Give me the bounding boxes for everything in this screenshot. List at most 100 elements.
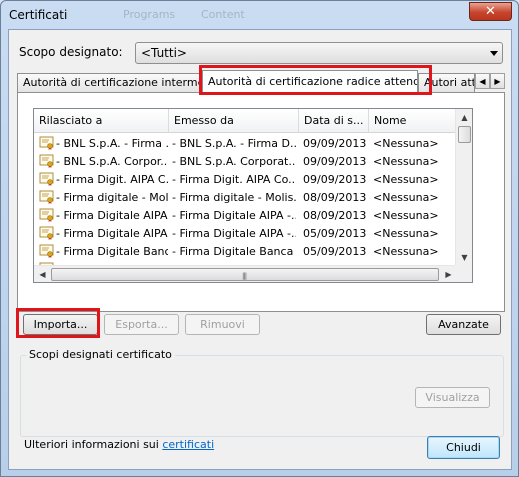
remove-button[interactable]: Rimuovi (185, 314, 260, 335)
column-header-issued-to[interactable]: Rilasciato a (34, 109, 169, 133)
table-row[interactable]: - Firma digitale - Moli... - Firma digita… (34, 189, 472, 207)
view-button[interactable]: Visualizza (415, 387, 490, 408)
certificate-icon (39, 208, 55, 222)
cell-expiration: 08/09/2013 (303, 209, 367, 222)
cell-issued-to: - Firma Digit. AIPA C... (56, 173, 168, 186)
tab-panel: Rilasciato a Emesso da Data di s... Nome… (17, 92, 505, 312)
cell-issued-to: - BNL S.p.A. - Firma ... (56, 137, 168, 150)
cell-issued-to: - Firma Digitale AIPA... (56, 209, 168, 222)
cell-issued-by: - Firma Digitale AIPA -... (172, 209, 296, 222)
cell-expiration: 09/09/2013 (303, 155, 367, 168)
arrow-left-icon: ◀ (39, 270, 46, 279)
advanced-button-label: Avanzate (438, 318, 489, 331)
export-button-label: Esporta... (115, 318, 168, 331)
cell-expiration: 09/09/2013 (303, 173, 367, 186)
column-header-issued-by[interactable]: Emesso da (169, 109, 299, 133)
info-text: Ulteriori informazioni sui certificati (24, 438, 214, 451)
cell-issued-by: - Firma Digit. AIPA Co... (172, 173, 296, 186)
tab-trusted-root-authorities[interactable]: Autorità di certificazione radice attend… (202, 70, 418, 93)
scroll-left-button[interactable]: ◀ (34, 266, 51, 282)
vertical-scroll-thumb[interactable] (458, 126, 471, 143)
table-row[interactable]: - Firma Digitale AIPA... - Firma Digitale… (34, 207, 472, 225)
certificate-icon (39, 172, 55, 186)
arrow-left-icon: ◀ (479, 76, 486, 86)
title-bar[interactable]: Certificati Programs Content ✕ (1, 1, 518, 29)
cell-name: <Nessuna> (373, 173, 439, 186)
cell-name: <Nessuna> (373, 191, 439, 204)
cell-name: <Nessuna> (373, 227, 439, 240)
window-title: Certificati (9, 8, 68, 22)
certificate-icon (39, 154, 55, 168)
chevron-down-icon (490, 51, 498, 56)
arrow-down-icon: ▼ (461, 253, 468, 262)
column-header-expiration[interactable]: Data di s... (299, 109, 369, 133)
tab-intermediate-authorities[interactable]: Autorità di certificazione intermedie (17, 73, 202, 92)
certificate-icon (39, 226, 55, 240)
cell-name: <Nessuna> (373, 209, 439, 222)
close-button[interactable]: Chiudi (427, 436, 500, 459)
cell-issued-by: - Firma Digitale Banca ... (172, 245, 296, 258)
horizontal-scrollbar[interactable]: ◀ ||| ▶ (34, 265, 472, 282)
scroll-up-button[interactable]: ▲ (456, 109, 472, 126)
vertical-scrollbar[interactable]: ▲ ▼ (455, 109, 472, 266)
cell-issued-by: - BNL S.p.A. - Firma D... (172, 137, 296, 150)
certificate-icon (39, 190, 55, 204)
remove-button-label: Rimuovi (200, 318, 245, 331)
grip-icon: ||| (242, 272, 247, 280)
cell-expiration: 05/09/2013 (303, 245, 367, 258)
cell-expiration: 08/09/2013 (303, 191, 367, 204)
dialog-body: Scopo designato: <Tutti> Autorità di cer… (8, 29, 512, 470)
tab-scroll-right-button[interactable]: ▶ (490, 73, 505, 89)
import-button-label: Importa... (33, 318, 88, 331)
cell-expiration: 09/09/2013 (303, 137, 367, 150)
tab-label: Autorità di certificazione intermedie (23, 76, 202, 89)
arrow-right-icon: ▶ (494, 76, 501, 86)
table-row[interactable]: - Firma Digit. AIPA C... - Firma Digit. A… (34, 171, 472, 189)
close-icon: ✕ (485, 4, 496, 19)
cell-issued-by: - BNL S.p.A. Corporat... (172, 155, 296, 168)
cell-issued-to: - Firma Digitale AIPA... (56, 227, 168, 240)
background-tab-label: Programs (123, 8, 176, 21)
cell-name: <Nessuna> (373, 245, 439, 258)
tab-label: Autorità di certificazione radice attend… (208, 75, 418, 88)
cell-name: <Nessuna> (373, 137, 439, 150)
cell-name: <Nessuna> (373, 155, 439, 168)
export-button[interactable]: Esporta... (104, 314, 179, 335)
cell-issued-by: - Firma Digitale AIPA -... (172, 227, 296, 240)
close-window-button[interactable]: ✕ (469, 2, 512, 21)
tab-trusted-publishers[interactable]: Autori attendibili (418, 73, 475, 92)
group-title: Scopi designati certificato (26, 348, 175, 361)
close-button-label: Chiudi (446, 441, 481, 454)
view-button-label: Visualizza (425, 391, 480, 404)
table-row[interactable]: - Firma Digitale Banc... - Firma Digitale… (34, 243, 472, 261)
cell-issued-by: - Firma digitale - Molis... (172, 191, 296, 204)
cell-issued-to: - BNL S.p.A. Corpor... (56, 155, 168, 168)
list-header: Rilasciato a Emesso da Data di s... Nome (34, 109, 472, 133)
cell-issued-to: - Firma Digitale Banc... (56, 245, 168, 258)
scope-dropdown[interactable]: <Tutti> (135, 42, 503, 64)
tab-label: Autori attendibili (424, 76, 474, 89)
certificate-list[interactable]: Rilasciato a Emesso da Data di s... Nome… (33, 108, 473, 283)
table-row[interactable]: - BNL S.p.A. - Firma ... - BNL S.p.A. - F… (34, 135, 472, 153)
advanced-button[interactable]: Avanzate (426, 314, 501, 335)
certificate-icon (39, 244, 55, 258)
arrow-right-icon: ▶ (445, 270, 452, 279)
tab-strip: Autorità di certificazione intermedie Au… (17, 70, 505, 93)
table-row[interactable]: - BNL S.p.A. Corpor... - BNL S.p.A. Corpo… (34, 153, 472, 171)
import-button[interactable]: Importa... (23, 314, 98, 335)
scroll-down-button[interactable]: ▼ (456, 249, 472, 266)
tab-scroll-left-button[interactable]: ◀ (475, 73, 490, 89)
list-rows: - BNL S.p.A. - Firma ... - BNL S.p.A. - F… (34, 135, 472, 279)
certificates-link[interactable]: certificati (162, 438, 214, 451)
scope-value: <Tutti> (141, 46, 187, 60)
background-tab-label: Content (201, 8, 245, 21)
scope-label: Scopo designato: (19, 45, 123, 59)
table-row[interactable]: - Firma Digitale AIPA... - Firma Digitale… (34, 225, 472, 243)
certificates-dialog: Certificati Programs Content ✕ Scopo des… (0, 0, 519, 477)
cell-issued-to: - Firma digitale - Moli... (56, 191, 168, 204)
arrow-up-icon: ▲ (461, 113, 468, 122)
cell-expiration: 05/09/2013 (303, 227, 367, 240)
horizontal-scroll-thumb[interactable]: ||| (51, 268, 439, 281)
info-prefix: Ulteriori informazioni sui (24, 438, 159, 451)
scrollbar-corner (455, 265, 472, 282)
